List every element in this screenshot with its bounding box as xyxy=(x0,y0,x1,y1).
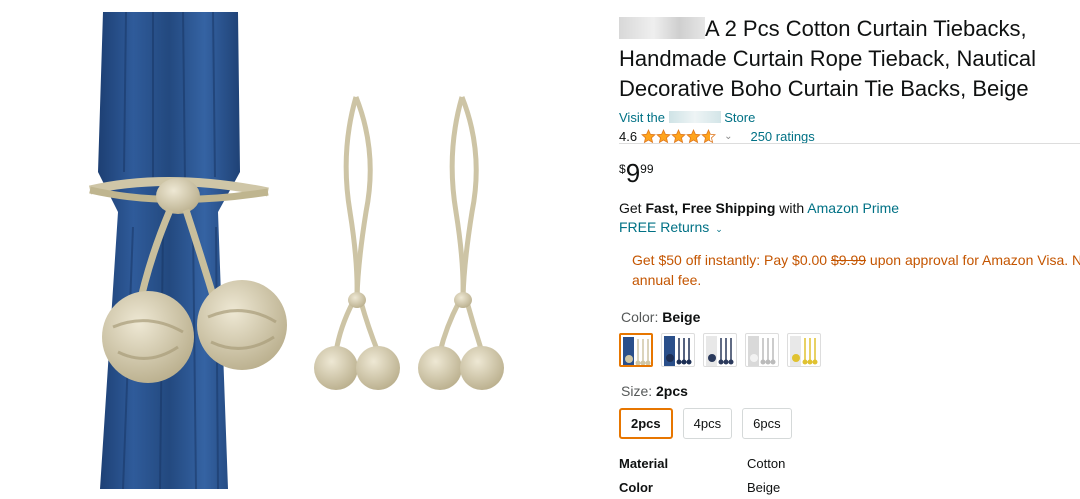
selected-size: 2pcs xyxy=(656,383,688,399)
chevron-down-icon: ⌄ xyxy=(715,224,723,234)
size-label: Size: 2pcs xyxy=(621,383,688,399)
visit-store-link[interactable]: Visit the Store xyxy=(619,110,1080,125)
star-icon xyxy=(701,128,717,143)
spec-value: Cotton xyxy=(747,455,786,471)
spec-row: Color Beige xyxy=(619,475,785,499)
spec-key: Color xyxy=(619,479,653,495)
size-option-4pcs[interactable]: 4pcs xyxy=(682,408,733,439)
product-specs: Material Cotton Color Beige xyxy=(619,451,785,499)
free-returns-link[interactable]: FREE Returns ⌄ xyxy=(619,219,723,235)
star-rating-icon[interactable] xyxy=(641,128,717,144)
store-name-obscured xyxy=(668,111,721,123)
shipping-info: Get Fast, Free Shipping with Amazon Prim… xyxy=(619,200,900,216)
size-options: 2pcs 4pcs 6pcs xyxy=(619,408,792,439)
ratings-count-link[interactable]: 250 ratings xyxy=(750,129,814,144)
price: $ 9 99 xyxy=(619,158,654,188)
price-whole: 9 xyxy=(625,158,641,188)
color-swatches xyxy=(619,333,821,367)
size-option-2pcs[interactable]: 2pcs xyxy=(619,408,673,439)
color-swatch-beige[interactable] xyxy=(619,333,653,367)
color-label: Color: Beige xyxy=(621,309,701,325)
brand-name-obscured xyxy=(619,17,705,39)
star-icon xyxy=(656,128,672,143)
product-info: A 2 Pcs Cotton Curtain Tiebacks, Handmad… xyxy=(619,14,1080,145)
star-icon xyxy=(686,128,702,143)
star-icon xyxy=(641,128,657,143)
product-image xyxy=(88,12,504,489)
color-swatch-white[interactable] xyxy=(745,333,779,367)
color-swatch-white-navy[interactable] xyxy=(703,333,737,367)
spec-value: Beige xyxy=(747,479,781,495)
price-fraction: 99 xyxy=(640,162,654,176)
spec-row: Material Cotton xyxy=(619,451,785,475)
selected-color: Beige xyxy=(662,309,701,325)
color-swatch-yellow[interactable] xyxy=(787,333,821,367)
chevron-down-icon[interactable]: ⌄ xyxy=(724,131,732,142)
star-icon xyxy=(671,128,687,143)
amazon-prime-link[interactable]: Amazon Prime xyxy=(807,200,899,216)
product-title: A 2 Pcs Cotton Curtain Tiebacks, Handmad… xyxy=(619,16,1037,101)
rating-value: 4.6 xyxy=(619,128,638,144)
price-symbol: $ xyxy=(619,162,626,176)
color-swatch-navy[interactable] xyxy=(661,333,695,367)
divider xyxy=(619,143,1080,144)
visa-promo[interactable]: Get $50 off instantly: Pay $0.00 $9.99 u… xyxy=(632,250,1080,290)
spec-key: Material xyxy=(619,455,669,471)
size-option-6pcs[interactable]: 6pcs xyxy=(742,408,792,439)
